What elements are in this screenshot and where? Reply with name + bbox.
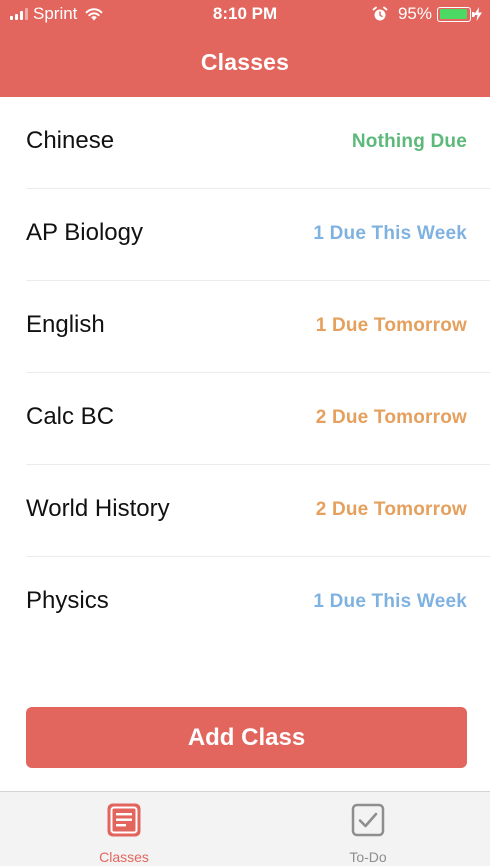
nav-header: Sprint 8:10 PM 95% Classes	[0, 0, 490, 97]
class-row[interactable]: Physics 1 Due This Week	[26, 557, 490, 649]
checkbox-icon	[351, 803, 385, 837]
class-due-status: Nothing Due	[351, 131, 467, 152]
tab-classes[interactable]: Classes	[54, 792, 194, 866]
charging-bolt-icon	[474, 7, 482, 21]
class-due-status: 1 Due This Week	[313, 591, 467, 612]
class-name: Chinese	[26, 127, 115, 154]
class-row[interactable]: Chinese Nothing Due	[26, 97, 490, 189]
class-name: AP Biology	[26, 219, 143, 246]
status-right: 95%	[372, 4, 482, 24]
class-name: Physics	[26, 587, 109, 614]
tab-classes-label: Classes	[99, 849, 149, 865]
class-name: English	[26, 311, 105, 338]
class-name: Calc BC	[26, 403, 115, 430]
class-row[interactable]: World History 2 Due Tomorrow	[26, 465, 490, 557]
class-row[interactable]: English 1 Due Tomorrow	[26, 281, 490, 373]
tab-todo-label: To-Do	[349, 849, 387, 865]
battery-percent: 95%	[397, 4, 432, 23]
tab-bar: Classes To-Do	[0, 791, 490, 866]
tab-todo[interactable]: To-Do	[298, 792, 438, 866]
class-due-status: 1 Due Tomorrow	[315, 315, 467, 336]
alarm-icon	[372, 6, 388, 21]
status-bar: Sprint 8:10 PM 95%	[0, 0, 490, 30]
battery-level	[439, 9, 468, 19]
class-row[interactable]: AP Biology 1 Due This Week	[26, 189, 490, 281]
class-name: World History	[26, 495, 170, 522]
class-row[interactable]: Calc BC 2 Due Tomorrow	[26, 373, 490, 465]
add-class-button[interactable]: Add Class	[26, 707, 467, 768]
class-due-status: 2 Due Tomorrow	[315, 407, 467, 428]
class-due-status: 1 Due This Week	[313, 223, 467, 244]
class-list: Chinese Nothing Due AP Biology 1 Due This W…	[0, 97, 490, 649]
page-title: Classes	[200, 49, 290, 75]
battery-icon	[437, 6, 475, 22]
class-due-status: 2 Due Tomorrow	[315, 499, 467, 520]
classes-icon	[107, 803, 141, 837]
